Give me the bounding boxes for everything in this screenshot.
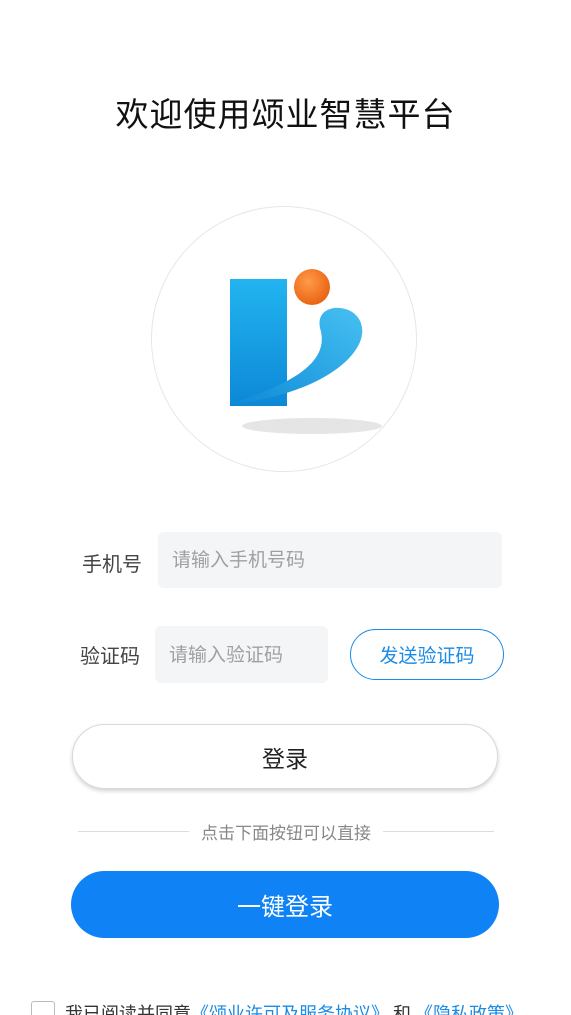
phone-field-container — [158, 532, 502, 588]
quick-login-hint: 点击下面按钮可以直接 — [201, 823, 371, 844]
login-button[interactable]: 登录 — [72, 724, 498, 789]
agreement-row: 我已阅读并同意 《颂业许可及服务协议》 和 《隐私政策》 — [31, 998, 523, 1015]
agreement-joiner: 和 — [393, 1004, 411, 1015]
agreement-checkbox[interactable] — [31, 1001, 55, 1015]
agreement-prefix: 我已阅读并同意 — [65, 1004, 191, 1015]
login-page: 欢迎使用颂业智慧平台 手机号 验证码 发送验证码 登录 — [0, 0, 571, 1015]
phone-label: 手机号 — [82, 552, 142, 576]
privacy-policy-link[interactable]: 《隐私政策》 — [415, 1000, 523, 1015]
phone-input[interactable] — [172, 549, 502, 571]
one-key-login-button[interactable]: 一键登录 — [71, 871, 499, 938]
divider-line-right — [383, 830, 494, 832]
page-title: 欢迎使用颂业智慧平台 — [115, 95, 456, 134]
service-agreement-link[interactable]: 《颂业许可及服务协议》 — [191, 1000, 389, 1015]
code-field-container — [155, 626, 328, 683]
verification-code-input[interactable] — [169, 643, 328, 666]
code-label: 验证码 — [80, 644, 140, 668]
quick-login-divider: 点击下面按钮可以直接 — [78, 819, 494, 844]
divider-line-left — [78, 830, 189, 832]
send-code-button[interactable]: 发送验证码 — [350, 629, 504, 680]
brand-logo-icon — [230, 269, 382, 434]
